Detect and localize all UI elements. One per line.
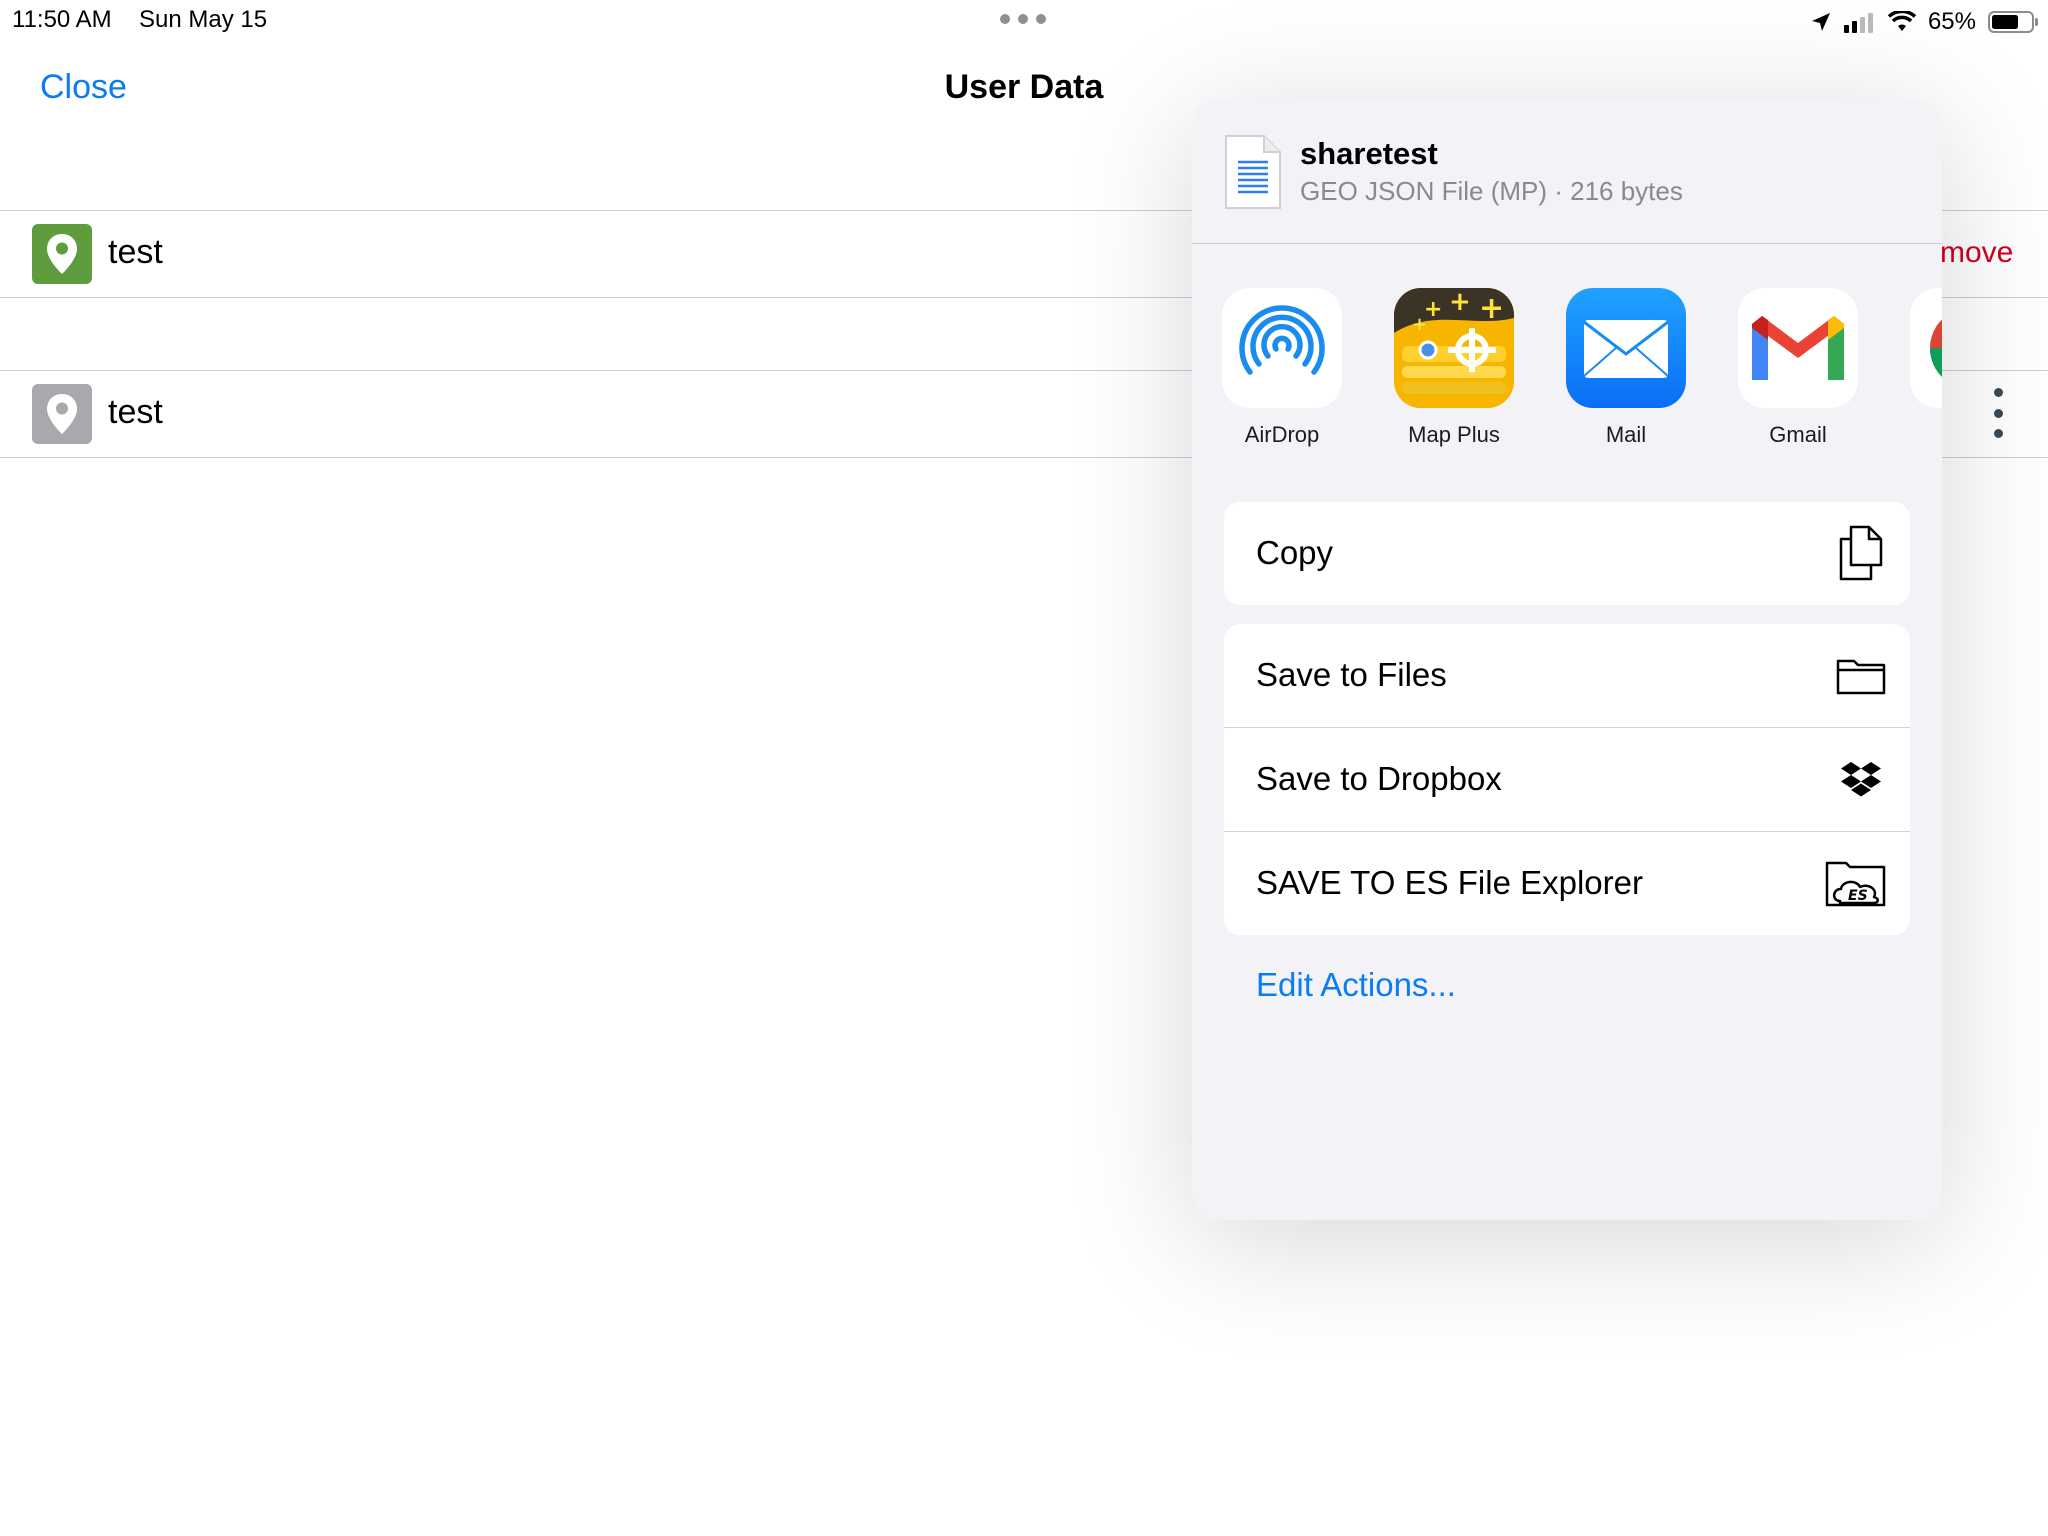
list-item-label: test bbox=[108, 393, 163, 431]
remove-button[interactable]: move bbox=[1940, 236, 2013, 270]
list-item-label: test bbox=[108, 233, 163, 271]
action-label: Copy bbox=[1256, 534, 1334, 571]
airdrop-icon bbox=[1222, 288, 1342, 408]
wifi-icon bbox=[1887, 11, 1916, 31]
battery-percent: 65% bbox=[1927, 8, 1976, 35]
action-group: Copy bbox=[1224, 502, 1910, 605]
action-label: Save to Dropbox bbox=[1256, 760, 1502, 797]
file-meta: GEO JSON File (MP) · 216 bytes bbox=[1300, 176, 1683, 206]
share-app-mail[interactable]: Mail bbox=[1564, 288, 1688, 448]
document-icon bbox=[1225, 135, 1281, 209]
share-app-label: Ch bbox=[1908, 422, 1942, 448]
share-app-map-plus[interactable]: + + + + Map Plus bbox=[1392, 288, 1516, 448]
share-sheet: sharetest GEO JSON File (MP) · 216 bytes… bbox=[1192, 100, 1942, 1220]
share-app-label: AirDrop bbox=[1244, 422, 1320, 447]
save-to-es-file-explorer-action[interactable]: SAVE TO ES File Explorer ES bbox=[1224, 831, 1910, 935]
more-options-icon[interactable] bbox=[1990, 388, 2006, 438]
edit-actions-link[interactable]: Edit Actions... bbox=[1256, 966, 1456, 1004]
action-label: SAVE TO ES File Explorer bbox=[1256, 864, 1643, 901]
svg-text:+: + bbox=[1449, 288, 1471, 317]
share-app-label: Map Plus bbox=[1408, 422, 1500, 447]
share-app-airdrop[interactable]: AirDrop bbox=[1220, 288, 1344, 448]
mail-icon bbox=[1566, 288, 1686, 408]
close-button[interactable]: Close bbox=[40, 68, 127, 107]
action-group: Save to Files Save to Dropbox SAVE TO ES… bbox=[1224, 624, 1910, 935]
signal-icon bbox=[1843, 13, 1873, 33]
status-date: Sun May 15 bbox=[139, 6, 268, 33]
svg-text:+: + bbox=[1479, 291, 1504, 326]
status-bar: 11:50 AM Sun May 15 65% bbox=[0, 0, 2048, 44]
gmail-icon bbox=[1738, 288, 1858, 408]
status-time: 11:50 AM bbox=[12, 6, 112, 33]
share-sheet-header: sharetest GEO JSON File (MP) · 216 bytes bbox=[1192, 100, 1942, 244]
save-to-files-action[interactable]: Save to Files bbox=[1224, 624, 1910, 727]
folder-icon bbox=[1832, 646, 1890, 704]
save-to-dropbox-action[interactable]: Save to Dropbox bbox=[1224, 727, 1910, 831]
dropbox-icon bbox=[1832, 750, 1890, 808]
share-app-row: AirDrop + + + + Map Plus Mail Gmail bbox=[1192, 288, 1942, 468]
share-app-chrome[interactable]: Ch bbox=[1908, 288, 1942, 448]
divider bbox=[1192, 243, 1942, 244]
multitasking-dots-icon[interactable] bbox=[1000, 14, 1048, 26]
action-label: Save to Files bbox=[1256, 656, 1447, 693]
file-name: sharetest bbox=[1300, 136, 1438, 171]
svg-text:ES: ES bbox=[1848, 888, 1868, 904]
status-indicators: 65% bbox=[1810, 4, 2040, 40]
es-file-explorer-icon: ES bbox=[1824, 854, 1890, 912]
svg-text:+: + bbox=[1412, 314, 1427, 335]
share-app-label: Gmail bbox=[1769, 422, 1827, 447]
map-plus-icon: + + + + bbox=[1394, 288, 1514, 408]
battery-icon bbox=[1988, 11, 2038, 33]
map-pin-icon bbox=[32, 384, 92, 444]
copy-icon bbox=[1832, 524, 1890, 582]
share-app-label: Mail bbox=[1605, 422, 1647, 447]
location-arrow-icon bbox=[1811, 13, 1830, 31]
map-pin-icon bbox=[32, 224, 92, 284]
chrome-icon bbox=[1910, 288, 1942, 408]
share-app-gmail[interactable]: Gmail bbox=[1736, 288, 1860, 448]
copy-action[interactable]: Copy bbox=[1224, 502, 1910, 605]
